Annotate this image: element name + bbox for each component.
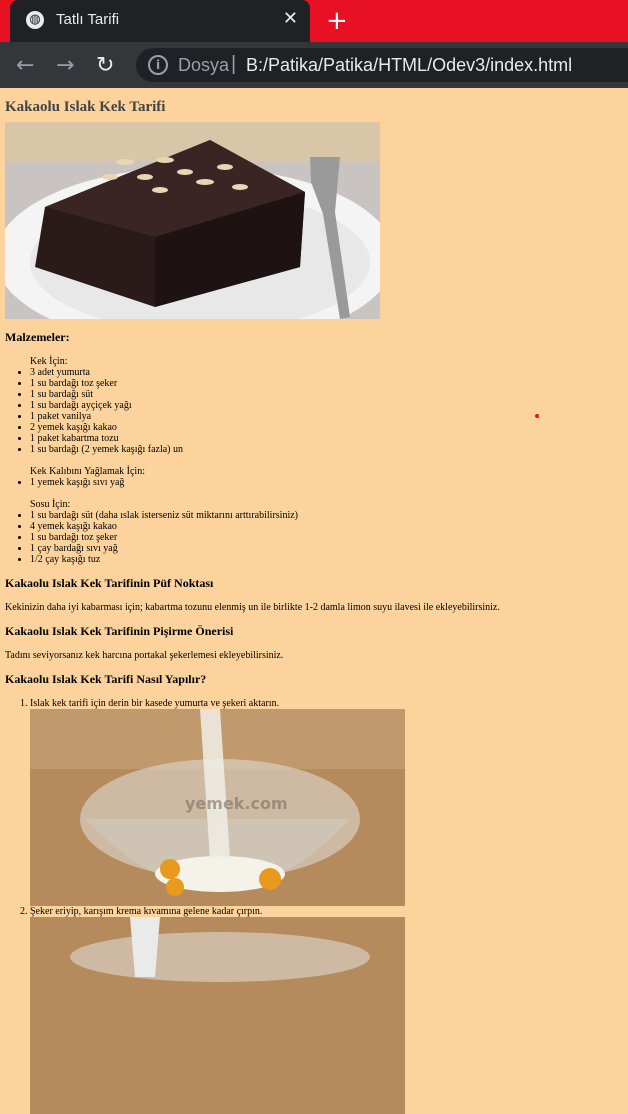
globe-icon: ◍: [26, 11, 44, 29]
mold-ingredients-list: 1 yemek kaşığı sıvı yağ: [5, 477, 623, 488]
step-photo-bowl: yemek.com: [30, 709, 405, 906]
close-tab-icon[interactable]: ✕: [283, 8, 298, 29]
step-text: Islak kek tarifi için derin bir kasede y…: [30, 698, 280, 709]
tab-strip: ◍ Tatlı Tarifi ✕ +: [0, 0, 628, 42]
list-item: 1 çay bardağı sıvı yağ: [30, 543, 623, 554]
info-icon[interactable]: i: [148, 55, 168, 75]
list-item: 4 yemek kaşığı kakao: [30, 521, 623, 532]
address-bar[interactable]: i Dosya | B:/Patika/Patika/HTML/Odev3/in…: [136, 48, 628, 82]
forward-icon[interactable]: →: [56, 53, 74, 78]
list-item: 1 su bardağı toz şeker: [30, 378, 623, 389]
browser-toolbar: ← → ↻ i Dosya | B:/Patika/Patika/HTML/Od…: [0, 42, 628, 88]
cake-ingredients-list: 3 adet yumurta 1 su bardağı toz şeker 1 …: [5, 367, 623, 455]
mold-label: Kek Kalıbını Yağlamak İçin:: [30, 466, 145, 477]
step-text: Şeker eriyip, karışım krema kıvamına gel…: [30, 906, 263, 917]
page-title: Kakaolu Islak Kek Tarifi: [5, 99, 166, 115]
steps-list: Islak kek tarifi için derin bir kasede y…: [5, 698, 623, 1114]
tip-text: Kekinizin daha iyi kabarması için; kabar…: [5, 602, 500, 613]
watermark-text: yemek.com: [185, 794, 288, 813]
suggestion-heading: Kakaolu Islak Kek Tarifinin Pişirme Öner…: [5, 624, 234, 638]
cake-photo: [5, 122, 380, 319]
red-dot: [535, 414, 539, 418]
active-tab[interactable]: ◍ Tatlı Tarifi ✕: [10, 0, 310, 42]
page-content: Kakaolu Islak Kek Tarifi Malzemeler: Kek…: [0, 98, 628, 1114]
list-item: 1 su bardağı ayçiçek yağı: [30, 400, 623, 411]
suggestion-text: Tadını seviyorsanız kek harcına portakal…: [5, 650, 284, 661]
list-item: 1 su bardağı toz şeker: [30, 532, 623, 543]
sauce-ingredients-list: 1 su bardağı süt (daha ıslak isterseniz …: [5, 510, 623, 565]
sauce-label: Sosu İçin:: [30, 499, 71, 510]
ingredients-heading: Malzemeler:: [5, 330, 70, 344]
new-tab-button[interactable]: +: [326, 6, 348, 36]
list-item: 1 yemek kaşığı sıvı yağ: [30, 477, 623, 488]
list-item: 1 paket vanilya: [30, 411, 623, 422]
step-item: Şeker eriyip, karışım krema kıvamına gel…: [30, 906, 623, 1114]
howto-heading: Kakaolu Islak Kek Tarifi Nasıl Yapılır?: [5, 672, 207, 686]
cake-label: Kek İçin:: [30, 356, 68, 367]
list-item: 1/2 çay kaşığı tuz: [30, 554, 623, 565]
address-separator: |: [231, 53, 237, 75]
list-item: 1 paket kabartma tozu: [30, 433, 623, 444]
list-item: 1 su bardağı süt (daha ıslak isterseniz …: [30, 510, 623, 521]
list-item: 1 su bardağı (2 yemek kaşığı fazla) un: [30, 444, 623, 455]
reload-icon[interactable]: ↻: [96, 53, 114, 78]
address-url[interactable]: B:/Patika/Patika/HTML/Odev3/index.html: [246, 55, 572, 76]
address-scheme: Dosya: [178, 55, 230, 75]
step-photo-whisk: [30, 917, 405, 1114]
step-item: Islak kek tarifi için derin bir kasede y…: [30, 698, 623, 906]
tab-title: Tatlı Tarifi: [56, 11, 120, 28]
list-item: 3 adet yumurta: [30, 367, 623, 378]
list-item: 2 yemek kaşığı kakao: [30, 422, 623, 433]
tip-heading: Kakaolu Islak Kek Tarifinin Püf Noktası: [5, 576, 214, 590]
list-item: 1 su bardağı süt: [30, 389, 623, 400]
back-icon[interactable]: ←: [16, 53, 34, 78]
